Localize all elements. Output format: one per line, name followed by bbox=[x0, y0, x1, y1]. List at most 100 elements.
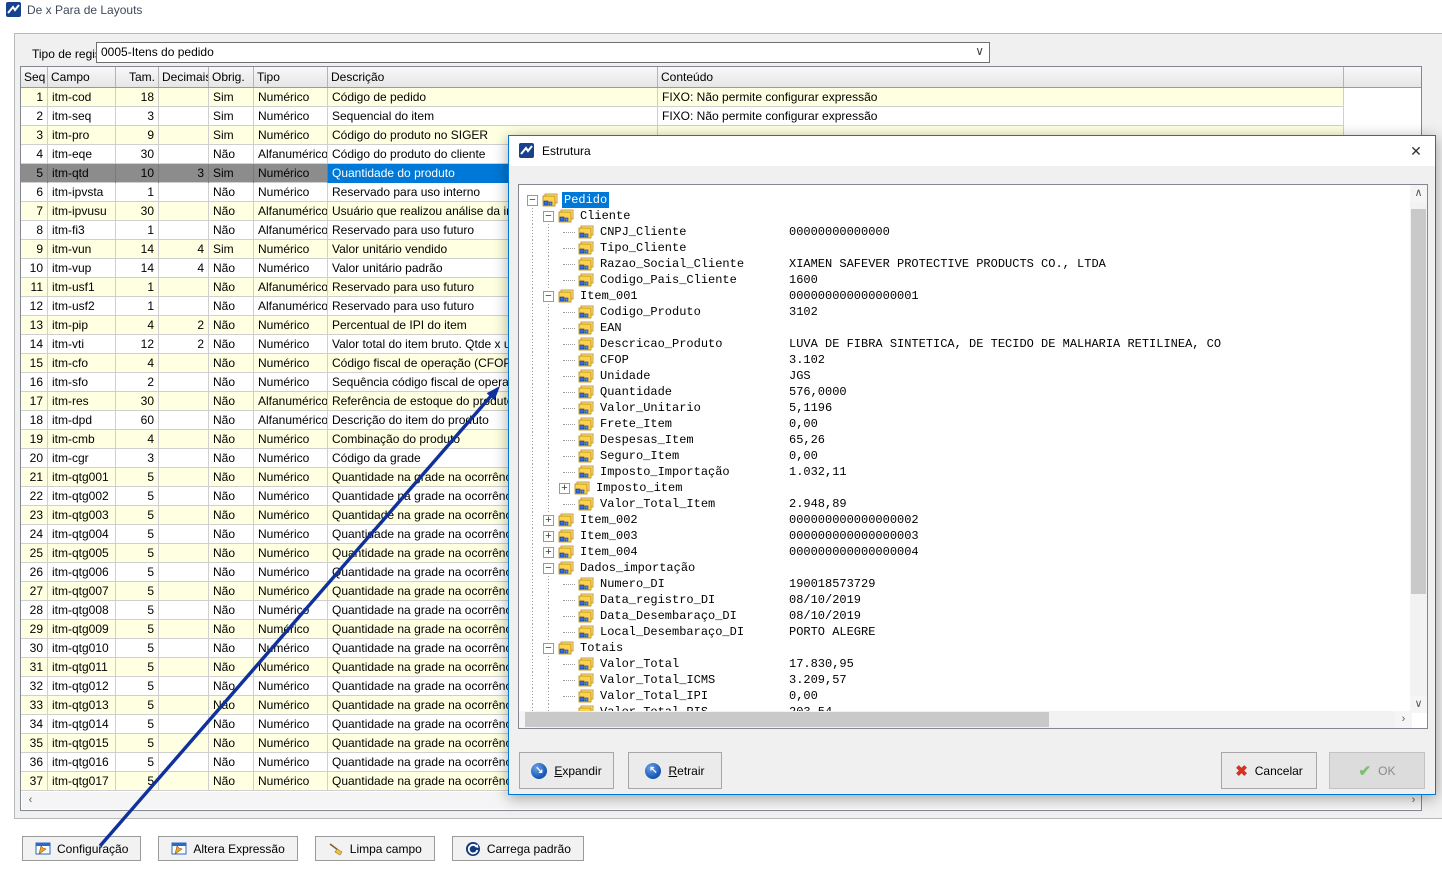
column-header[interactable]: Conteúdo bbox=[658, 67, 1344, 87]
dialog-button-bar: ↘ Expandir ↖ Retrair ✖ Cancelar ✔ OK bbox=[509, 752, 1435, 796]
altera-expressao-button[interactable]: Altera Expressão bbox=[158, 836, 297, 861]
cell-campo: itm-qtg017 bbox=[48, 772, 116, 791]
cell-campo: itm-pro bbox=[48, 126, 116, 145]
tree-node[interactable]: − Pedido bbox=[519, 192, 1411, 208]
cell-tipo: Numérico bbox=[254, 354, 328, 373]
column-header[interactable]: Decimais bbox=[159, 67, 209, 87]
tree-node[interactable]: Valor_Total_ICMS3.209,57 bbox=[519, 672, 1411, 688]
tree-node-value: 0,00 bbox=[789, 448, 818, 464]
tree-node[interactable]: Data_registro_DI08/10/2019 bbox=[519, 592, 1411, 608]
cell-seq: 23 bbox=[21, 506, 48, 525]
tree-node[interactable]: Quantidade576,0000 bbox=[519, 384, 1411, 400]
tree-node[interactable]: Numero_DI190018573729 bbox=[519, 576, 1411, 592]
dialog-titlebar[interactable]: Estrutura ✕ bbox=[509, 136, 1435, 166]
chevron-down-icon[interactable]: ∨ bbox=[975, 44, 984, 58]
tree-node-value: JGS bbox=[789, 368, 811, 384]
tree-node[interactable]: Despesas_Item65,26 bbox=[519, 432, 1411, 448]
tree-node[interactable]: Imposto_Importação1.032,11 bbox=[519, 464, 1411, 480]
tree-node[interactable]: Local_Desembaraço_DIPORTO ALEGRE bbox=[519, 624, 1411, 640]
cell-tipo: Numérico bbox=[254, 430, 328, 449]
tree-vertical-scrollbar[interactable]: ∧ ∨ bbox=[1410, 185, 1427, 713]
tree-node-label: Descricao_Produto bbox=[598, 336, 724, 352]
tree-node[interactable]: − Totais bbox=[519, 640, 1411, 656]
cell-seq: 27 bbox=[21, 582, 48, 601]
tree-node-label: Cliente bbox=[578, 208, 632, 224]
collapse-box-icon[interactable]: − bbox=[543, 643, 554, 654]
tree-node[interactable]: Data_Desembaraço_DI08/10/2019 bbox=[519, 608, 1411, 624]
cell-campo: itm-qtg006 bbox=[48, 563, 116, 582]
scroll-right-icon[interactable]: › bbox=[1395, 711, 1412, 728]
cancelar-button[interactable]: ✖ Cancelar bbox=[1221, 752, 1317, 789]
tree-node[interactable]: − Dados_importação bbox=[519, 560, 1411, 576]
tree-node[interactable]: CNPJ_Cliente00000000000000 bbox=[519, 224, 1411, 240]
close-icon[interactable]: ✕ bbox=[1405, 140, 1427, 162]
tree-node[interactable]: − Cliente bbox=[519, 208, 1411, 224]
collapse-box-icon[interactable]: − bbox=[543, 211, 554, 222]
scroll-left-icon[interactable]: ‹ bbox=[22, 792, 39, 809]
tree-node[interactable]: EAN bbox=[519, 320, 1411, 336]
collapse-box-icon[interactable]: − bbox=[543, 291, 554, 302]
expand-box-icon[interactable]: + bbox=[543, 547, 554, 558]
column-header[interactable]: Campo bbox=[48, 67, 116, 87]
cell-tam: 5 bbox=[116, 468, 159, 487]
tree-node[interactable]: Codigo_Pais_Cliente1600 bbox=[519, 272, 1411, 288]
tree-node[interactable]: + Item_004000000000000000004 bbox=[519, 544, 1411, 560]
tree-node[interactable]: + Item_003000000000000000003 bbox=[519, 528, 1411, 544]
cell-campo: itm-qtg015 bbox=[48, 734, 116, 753]
column-header[interactable]: Obrig. bbox=[209, 67, 254, 87]
horizontal-scroll-thumb[interactable] bbox=[525, 712, 1049, 727]
tree-horizontal-scrollbar[interactable]: ‹ › bbox=[519, 711, 1412, 728]
tree-node[interactable]: Valor_Total17.830,95 bbox=[519, 656, 1411, 672]
tree-node[interactable]: Valor_Unitario5,1196 bbox=[519, 400, 1411, 416]
tree-node[interactable]: Razao_Social_ClienteXIAMEN SAFEVER PROTE… bbox=[519, 256, 1411, 272]
cell-seq: 12 bbox=[21, 297, 48, 316]
tree-node-label: Razao_Social_Cliente bbox=[598, 256, 746, 272]
tree-node-label: Imposto_Importação bbox=[598, 464, 732, 480]
ok-button[interactable]: ✔ OK bbox=[1329, 752, 1425, 789]
tree-node-value: 3102 bbox=[789, 304, 818, 320]
collapse-box-icon[interactable]: − bbox=[543, 563, 554, 574]
column-header[interactable]: Tipo bbox=[254, 67, 328, 87]
folder-node-icon bbox=[577, 305, 594, 319]
column-header[interactable]: Seq bbox=[21, 67, 48, 87]
cell-dec bbox=[159, 430, 209, 449]
tree-node[interactable]: Seguro_Item 0,00 bbox=[519, 448, 1411, 464]
expand-box-icon[interactable]: + bbox=[543, 531, 554, 542]
tree-node[interactable]: Codigo_Produto3102 bbox=[519, 304, 1411, 320]
tree-node[interactable]: + Imposto_item bbox=[519, 480, 1411, 496]
retrair-button[interactable]: ↖ Retrair bbox=[628, 752, 722, 789]
tree-node-label: CNPJ_Cliente bbox=[598, 224, 688, 240]
tree-node[interactable]: CFOP3.102 bbox=[519, 352, 1411, 368]
expand-box-icon[interactable]: + bbox=[559, 483, 570, 494]
record-type-combobox[interactable]: 0005-Itens do pedido ∨ bbox=[96, 42, 990, 63]
table-row[interactable]: 1itm-cod18SimNuméricoCódigo de pedidoFIX… bbox=[21, 88, 1344, 107]
expandir-button[interactable]: ↘ Expandir bbox=[519, 752, 614, 789]
carrega-padrao-button[interactable]: Carrega padrão bbox=[452, 836, 584, 861]
tree-node[interactable]: − Item_001000000000000000001 bbox=[519, 288, 1411, 304]
cell-seq: 30 bbox=[21, 639, 48, 658]
tree-node[interactable]: Descricao_ProdutoLUVA DE FIBRA SINTETICA… bbox=[519, 336, 1411, 352]
column-header[interactable]: Descrição bbox=[328, 67, 658, 87]
scroll-down-icon[interactable]: ∨ bbox=[1410, 696, 1427, 713]
limpa-campo-button[interactable]: Limpa campo bbox=[315, 836, 435, 861]
tree-node[interactable]: + Item_002000000000000000002 bbox=[519, 512, 1411, 528]
folder-node-icon bbox=[577, 449, 594, 463]
column-header[interactable]: Tam. bbox=[116, 67, 159, 87]
folder-node-icon bbox=[577, 497, 594, 511]
cell-dec bbox=[159, 487, 209, 506]
tree-node-value: 5,1196 bbox=[789, 400, 832, 416]
tree-node-label: Seguro_Item bbox=[598, 448, 681, 464]
tree-node[interactable]: Valor_Total_Item2.948,89 bbox=[519, 496, 1411, 512]
tree-node[interactable]: Valor_Total_IPI0,00 bbox=[519, 688, 1411, 704]
tree-node-label: Valor_Total bbox=[598, 656, 681, 672]
tree-node[interactable]: Unidade JGS bbox=[519, 368, 1411, 384]
tree-node-label: Unidade bbox=[598, 368, 652, 384]
collapse-box-icon[interactable]: − bbox=[527, 195, 538, 206]
table-row[interactable]: 2itm-seq3SimNuméricoSequencial do itemFI… bbox=[21, 107, 1344, 126]
tree-node[interactable]: Frete_Item0,00 bbox=[519, 416, 1411, 432]
configuracao-button[interactable]: Configuração bbox=[22, 836, 141, 861]
expand-box-icon[interactable]: + bbox=[543, 515, 554, 526]
scroll-up-icon[interactable]: ∧ bbox=[1410, 185, 1427, 202]
vertical-scroll-thumb[interactable] bbox=[1411, 209, 1426, 594]
tree-node[interactable]: Tipo_Cliente bbox=[519, 240, 1411, 256]
